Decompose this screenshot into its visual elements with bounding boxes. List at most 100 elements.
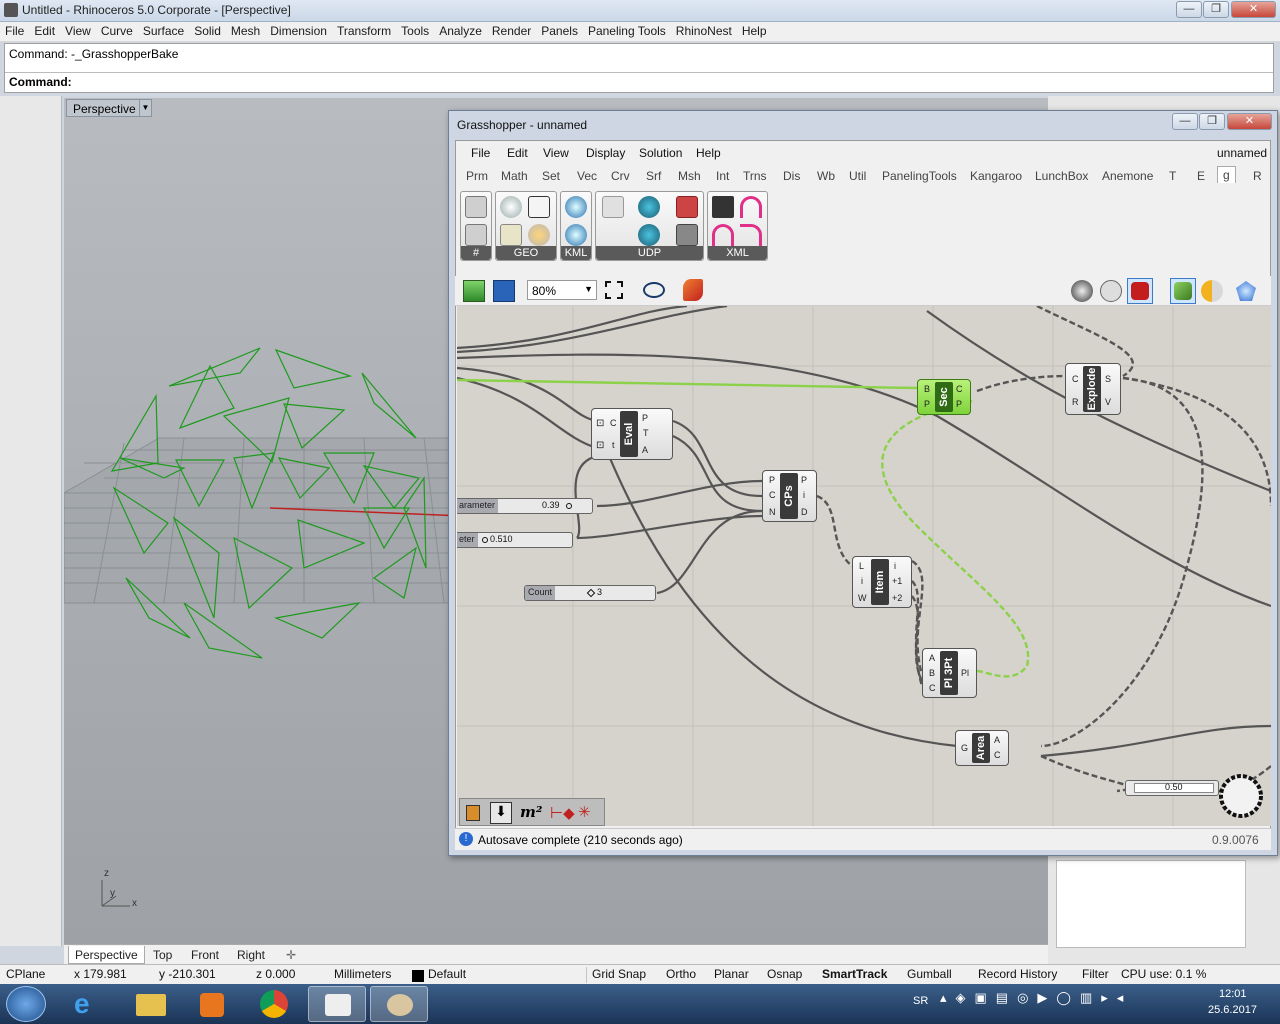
rhino-app-icon[interactable]	[4, 3, 18, 17]
menu-solid[interactable]: Solid	[189, 22, 226, 40]
toggle-gumball[interactable]: Gumball	[907, 967, 952, 981]
material-icon[interactable]	[1201, 280, 1223, 302]
paint-taskbar-icon[interactable]	[370, 986, 428, 1022]
status-layer[interactable]: Default	[428, 967, 466, 981]
udp-send-icon[interactable]	[602, 196, 624, 218]
grasshopper-canvas[interactable]: ⊡ ⊡ C t Eval P T A P C N CPs P i D L i W…	[457, 306, 1271, 826]
menu-surface[interactable]: Surface	[138, 22, 189, 40]
tab-top[interactable]: Top	[147, 946, 178, 964]
export-icon[interactable]	[465, 196, 487, 218]
gh-tab-g[interactable]: g	[1217, 166, 1236, 183]
open-file-icon[interactable]	[463, 280, 485, 302]
gh-tab-util[interactable]: Util	[849, 169, 866, 183]
menu-rhinonest[interactable]: RhinoNest	[671, 22, 737, 40]
toggle-smarttrack[interactable]: SmartTrack	[822, 967, 887, 981]
toggle-osnap[interactable]: Osnap	[767, 967, 802, 981]
menu-render[interactable]: Render	[487, 22, 536, 40]
sketch-pen-icon[interactable]	[683, 279, 703, 301]
network-icon[interactable]: ✳	[578, 803, 591, 821]
toggle-record-history[interactable]: Record History	[978, 967, 1057, 981]
gh-menu-view[interactable]: View	[543, 146, 569, 160]
menu-paneling-tools[interactable]: Paneling Tools	[583, 22, 671, 40]
gh-tab-prm[interactable]: Prm	[466, 169, 488, 183]
gh-tab-crv[interactable]: Crv	[611, 169, 630, 183]
component-sec[interactable]: B P Sec C P	[917, 379, 971, 415]
viewport-menu-arrow-icon[interactable]: ▼	[139, 100, 151, 116]
gh-tab-msh[interactable]: Msh	[678, 169, 701, 183]
toggle-grid-snap[interactable]: Grid Snap	[592, 967, 646, 981]
component-explode[interactable]: C R Explode S V	[1065, 363, 1121, 415]
slider-parameter-1[interactable]: arameter 0.39	[457, 498, 593, 514]
clock-date[interactable]: 25.6.2017	[1208, 1004, 1257, 1016]
tab-front[interactable]: Front	[185, 946, 225, 964]
tray-icons[interactable]: ▴◈▣▤◎▶◯▥▸◂	[940, 990, 1210, 1016]
ie-icon[interactable]: e	[60, 986, 118, 1022]
zoom-chevron-down-icon[interactable]: ▼	[584, 284, 593, 294]
close-button[interactable]: ✕	[1231, 1, 1276, 18]
gh-tab-vec[interactable]: Vec	[577, 169, 597, 183]
explorer-icon[interactable]	[122, 986, 180, 1022]
gh-close-button[interactable]: ✕	[1227, 113, 1272, 130]
gh-menu-display[interactable]: Display	[586, 146, 625, 160]
status-cplane[interactable]: CPlane	[6, 967, 45, 981]
gh-menu-solution[interactable]: Solution	[639, 146, 682, 160]
preview-eye-icon[interactable]	[643, 282, 665, 298]
menu-file[interactable]: File	[0, 22, 29, 40]
menu-mesh[interactable]: Mesh	[226, 22, 265, 40]
gh-tab-trns[interactable]: Trns	[743, 169, 767, 183]
chrome-icon[interactable]	[246, 986, 304, 1022]
udp-stream-icon[interactable]	[638, 224, 660, 246]
menu-transform[interactable]: Transform	[332, 22, 396, 40]
toggle-planar[interactable]: Planar	[714, 967, 749, 981]
gh-tab-math[interactable]: Math	[501, 169, 528, 183]
add-viewport-icon[interactable]: ✛	[280, 946, 302, 964]
rhino-taskbar-icon[interactable]	[308, 986, 366, 1022]
slider-1-handle[interactable]	[566, 503, 572, 509]
slider-knob-value[interactable]: 0.50	[1125, 780, 1219, 796]
viewport-title-tab[interactable]: Perspective ▼	[66, 99, 152, 117]
media-player-icon[interactable]	[184, 986, 242, 1022]
udp-receive-icon[interactable]	[638, 196, 660, 218]
gh-tab-srf[interactable]: Srf	[646, 169, 661, 183]
gh-tab-int[interactable]: Int	[716, 169, 729, 183]
maximize-button[interactable]: ❐	[1203, 1, 1229, 18]
gh-tab-t[interactable]: T	[1169, 169, 1176, 183]
bake-toggle[interactable]	[1170, 278, 1196, 304]
xml-feed-icon[interactable]	[740, 224, 762, 246]
component-area[interactable]: G Area A C	[955, 730, 1009, 766]
zoom-dropdown[interactable]: 80% ▼	[527, 280, 597, 300]
tab-perspective[interactable]: Perspective	[68, 946, 145, 964]
udp-split-icon[interactable]	[676, 224, 698, 246]
globe-icon[interactable]	[500, 196, 522, 218]
gh-tab-r[interactable]: R	[1253, 169, 1262, 183]
slider-count[interactable]: Count 3	[524, 585, 656, 601]
gh-menu-file[interactable]: File	[471, 146, 490, 160]
menu-view[interactable]: View	[60, 22, 96, 40]
gh-tab-panelingtools[interactable]: PanelingTools	[882, 169, 957, 183]
gh-menu-help[interactable]: Help	[696, 146, 721, 160]
ruler-icon[interactable]	[466, 805, 480, 821]
component-item[interactable]: L i W Item i +1 +2	[852, 556, 912, 608]
gh-tab-lunchbox[interactable]: LunchBox	[1035, 169, 1088, 183]
menu-tools[interactable]: Tools	[396, 22, 434, 40]
measure-icon[interactable]: ⊢◆	[550, 804, 575, 822]
download-icon[interactable]: ⬇	[490, 802, 512, 824]
save-file-icon[interactable]	[493, 280, 515, 302]
slider-parameter-2[interactable]: eter 0.510	[457, 532, 573, 548]
start-button[interactable]	[6, 986, 46, 1022]
udp-pin-icon[interactable]	[676, 196, 698, 218]
gh-document-name[interactable]: unnamed	[1217, 146, 1267, 160]
gh-tab-kangaroo[interactable]: Kangaroo	[970, 169, 1022, 183]
component-eval[interactable]: ⊡ ⊡ C t Eval P T A	[591, 408, 673, 460]
menu-edit[interactable]: Edit	[29, 22, 60, 40]
menu-analyze[interactable]: Analyze	[434, 22, 487, 40]
metric-m2-icon[interactable]: m²	[520, 803, 542, 821]
clock-time[interactable]: 12:01	[1219, 988, 1247, 1000]
xml-write-icon[interactable]	[712, 196, 734, 218]
terrain-icon[interactable]	[528, 196, 550, 218]
tab-right[interactable]: Right	[231, 946, 271, 964]
gh-tab-e[interactable]: E	[1197, 169, 1205, 183]
status-units[interactable]: Millimeters	[334, 967, 391, 981]
preview-shaded-icon[interactable]	[1071, 280, 1093, 302]
component-cps[interactable]: P C N CPs P i D	[762, 470, 817, 522]
